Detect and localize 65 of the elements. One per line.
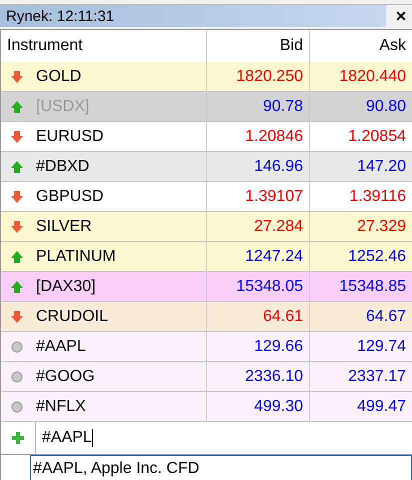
close-button[interactable]: × [390,5,412,27]
instrument-name: #DBXD [36,158,90,176]
instrument-name: #NFLX [36,398,86,416]
instrument-name: EURUSD [36,128,104,146]
table-row[interactable]: [DAX30] 15348.05 15348.85 [1,272,412,302]
bid-price: 1.20846 [206,122,309,151]
circle-icon [10,400,24,414]
ask-price: 27.329 [309,212,412,241]
table-row[interactable]: PLATINUM 1247.24 1252.46 [1,242,412,272]
table-row[interactable]: CRUDOIL 64.61 64.67 [1,302,412,332]
window-title: Rynek: 12:11:31 [6,8,114,24]
bid-price: 64.61 [206,302,309,331]
ask-price: 15348.85 [309,272,412,301]
table-row[interactable]: #NFLX 499.30 499.47 [1,392,412,422]
table-row[interactable]: GOLD 1820.250 1820.440 [1,62,412,92]
ask-price: 2337.17 [309,362,412,391]
ask-price: 1.20854 [309,122,412,151]
bid-price: 1247.24 [206,242,309,271]
down-arrow-icon [10,310,24,324]
bid-price: 2336.10 [206,362,309,391]
ask-price: 1252.46 [309,242,412,271]
down-arrow-icon [10,70,24,84]
table-row[interactable]: GBPUSD 1.39107 1.39116 [1,182,412,212]
bid-price: 1820.250 [206,62,309,91]
bid-price: 90.78 [206,92,309,121]
up-arrow-icon [10,160,24,174]
ask-price: 147.20 [309,152,412,181]
ask-price: 129.74 [309,332,412,361]
instrument-name: CRUDOIL [36,308,108,326]
instrument-name: SILVER [36,218,92,236]
up-arrow-icon [10,100,24,114]
instrument-name: #GOOG [36,368,95,386]
ask-price: 90.80 [309,92,412,121]
column-header[interactable]: Instrument [1,30,206,62]
instrument-name: PLATINUM [36,248,116,266]
down-arrow-icon [10,220,24,234]
ask-price: 1.39116 [309,182,412,211]
ask-price: 1820.440 [309,62,412,91]
instrument-name: [DAX30] [36,278,96,296]
bid-price: 15348.05 [206,272,309,301]
table-row[interactable]: #GOOG 2336.10 2337.17 [1,362,412,392]
up-arrow-icon [10,280,24,294]
circle-icon [10,370,24,384]
up-arrow-icon [10,250,24,264]
table-row[interactable]: SILVER 27.284 27.329 [1,212,412,242]
bid-price: 1.39107 [206,182,309,211]
instrument-name: GBPUSD [36,188,104,206]
down-arrow-icon [10,130,24,144]
symbol-input-field[interactable]: #AAPL [35,422,412,454]
instrument-name: GOLD [36,68,82,86]
bid-price: 129.66 [206,332,309,361]
circle-icon [10,340,24,354]
bid-price: 27.284 [206,212,309,241]
suggestion-item[interactable]: #AAPL, Apple Inc. CFD [30,455,412,480]
down-arrow-icon [10,190,24,204]
table-row[interactable]: #DBXD 146.96 147.20 [1,152,412,182]
table-row[interactable]: EURUSD 1.20846 1.20854 [1,122,412,152]
bid-price: 499.30 [206,392,309,421]
ask-price: 499.47 [309,392,412,421]
bid-price: 146.96 [206,152,309,181]
instrument-name: [USDX] [36,98,90,116]
table-row[interactable]: #AAPL 129.66 129.74 [1,332,412,362]
ask-price: 64.67 [309,302,412,331]
plus-icon [11,431,25,445]
instrument-name: #AAPL [36,338,86,356]
